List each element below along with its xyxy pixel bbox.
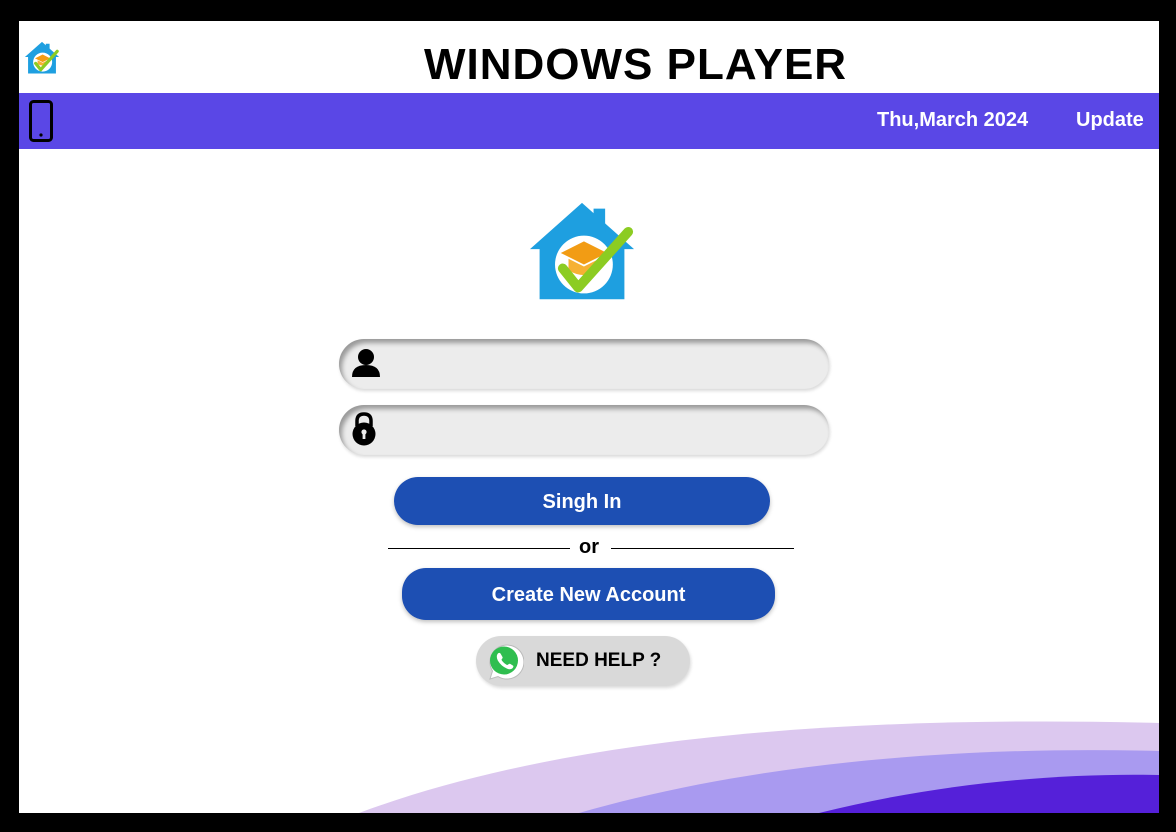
house-graduation-logo-icon [24, 41, 60, 74]
whatsapp-icon [489, 644, 524, 680]
or-separator-label: or [579, 536, 599, 558]
divider-right [611, 548, 794, 549]
password-field[interactable] [339, 405, 829, 457]
update-button[interactable]: Update [1076, 109, 1144, 132]
top-navbar: Thu,March 2024 Update [19, 93, 1159, 149]
username-field[interactable] [339, 339, 829, 391]
lock-icon [352, 412, 376, 446]
username-input[interactable] [385, 339, 811, 391]
need-help-button[interactable]: NEED HELP ? [476, 636, 690, 686]
password-input[interactable] [385, 405, 811, 457]
title-bar: WINDOWS PLAYER [19, 21, 1159, 93]
house-graduation-logo-icon [529, 202, 635, 300]
need-help-label: NEED HELP ? [536, 650, 662, 671]
smartphone-icon[interactable] [29, 100, 53, 142]
divider-left [388, 548, 570, 549]
create-account-button[interactable]: Create New Account [402, 568, 775, 620]
app-window: WINDOWS PLAYER Thu,March 2024 Update Sin… [19, 21, 1159, 813]
app-title: WINDOWS PLAYER [424, 40, 848, 89]
user-icon [352, 349, 380, 377]
date-label: Thu,March 2024 [877, 109, 1029, 131]
decorative-waves [359, 721, 1159, 813]
sign-in-button[interactable]: Singh In [394, 477, 770, 525]
